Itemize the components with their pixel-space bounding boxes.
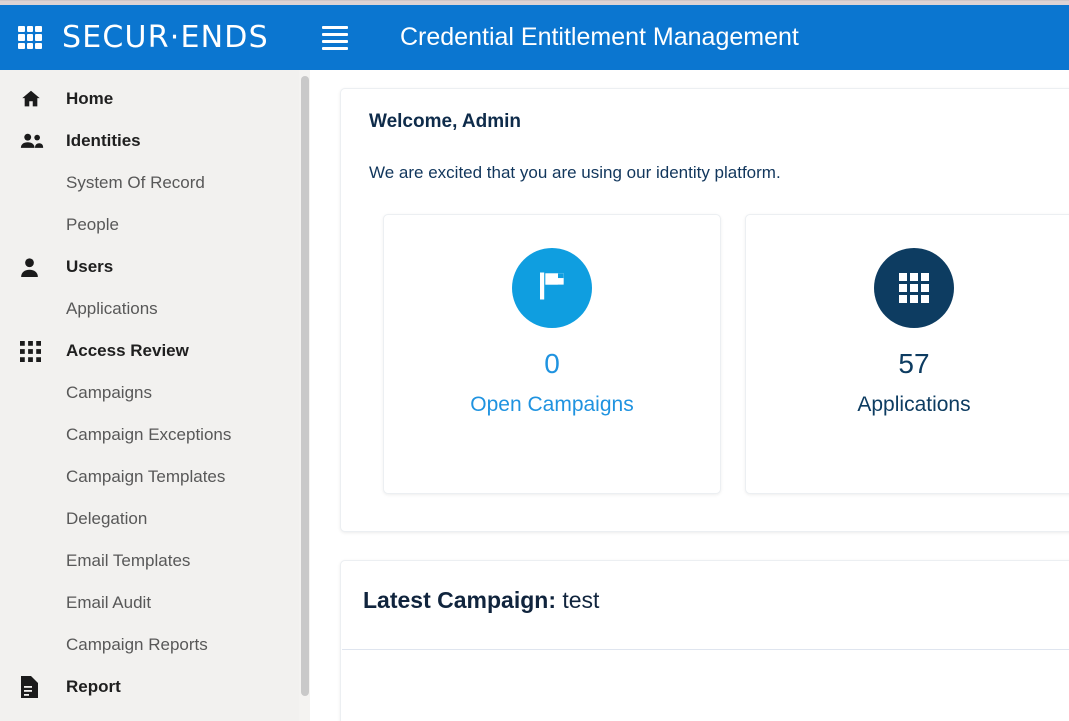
welcome-subtitle: We are excited that you are using our id… bbox=[369, 163, 781, 182]
sidebar-item-identities[interactable]: Identities bbox=[0, 120, 310, 162]
sidebar-item-label: Report bbox=[66, 677, 121, 696]
latest-campaign-card: Latest Campaign: test bbox=[340, 560, 1069, 721]
home-icon bbox=[20, 88, 48, 110]
sidebar-item-label: Home bbox=[66, 89, 114, 108]
sidebar-nav: Home Identities System Of Record People bbox=[0, 70, 310, 721]
brand-area[interactable]: SECUR·ENDS bbox=[0, 5, 310, 70]
app-root: SECUR·ENDS Credential Entitlement Manage… bbox=[0, 0, 1069, 721]
people-icon bbox=[20, 131, 48, 151]
sidebar-item-label: Delegation bbox=[66, 509, 148, 528]
sidebar-item-report[interactable]: Report bbox=[0, 666, 310, 708]
stat-icon-circle bbox=[512, 248, 592, 328]
sidebar-item-label: System Of Record bbox=[66, 173, 205, 192]
latest-campaign-value: test bbox=[562, 587, 600, 613]
grid-apps-icon bbox=[899, 273, 929, 303]
sidebar-item-system-of-record[interactable]: System Of Record bbox=[0, 162, 310, 204]
stat-label[interactable]: Applications bbox=[857, 393, 970, 417]
hamburger-menu-icon[interactable] bbox=[322, 25, 348, 51]
grid-apps-icon[interactable] bbox=[18, 25, 42, 50]
sidebar-item-label: Access Review bbox=[66, 341, 189, 360]
stat-card-row: 0 Open Campaigns 57 Applications bbox=[383, 214, 1069, 494]
welcome-card: Welcome, Admin We are excited that you a… bbox=[340, 88, 1069, 532]
stat-card-applications[interactable]: 57 Applications bbox=[745, 214, 1069, 494]
sidebar-item-label: Applications bbox=[66, 299, 158, 318]
stat-value: 0 bbox=[544, 348, 560, 379]
flag-icon bbox=[534, 268, 570, 309]
sidebar-item-label: Users bbox=[66, 257, 114, 276]
sidebar-item-people[interactable]: People bbox=[0, 204, 310, 246]
sidebar-item-campaign-exceptions[interactable]: Campaign Exceptions bbox=[0, 414, 310, 456]
welcome-heading: Welcome, Admin bbox=[369, 111, 522, 132]
sidebar-item-label: Campaign Reports bbox=[66, 635, 208, 654]
latest-campaign-prefix: Latest Campaign: bbox=[363, 587, 556, 613]
sidebar-item-label: Campaign Templates bbox=[66, 467, 226, 486]
sidebar-item-label: Campaigns bbox=[66, 383, 152, 402]
sidebar-item-home[interactable]: Home bbox=[0, 78, 310, 120]
sidebar-item-email-audit[interactable]: Email Audit bbox=[0, 582, 310, 624]
latest-campaign-heading: Latest Campaign: test bbox=[363, 587, 599, 614]
stat-label[interactable]: Open Campaigns bbox=[470, 393, 633, 417]
sidebar-item-access-review[interactable]: Access Review bbox=[0, 330, 310, 372]
sidebar-item-label: People bbox=[66, 215, 119, 234]
sidebar-item-campaigns[interactable]: Campaigns bbox=[0, 372, 310, 414]
sidebar-item-campaign-templates[interactable]: Campaign Templates bbox=[0, 456, 310, 498]
latest-campaign-divider bbox=[342, 649, 1069, 650]
person-icon bbox=[20, 257, 48, 278]
sidebar-item-campaign-reports[interactable]: Campaign Reports bbox=[0, 624, 310, 666]
top-header-bar: SECUR·ENDS Credential Entitlement Manage… bbox=[0, 5, 1069, 70]
sidebar-item-label: Email Audit bbox=[66, 593, 152, 612]
stat-card-open-campaigns[interactable]: 0 Open Campaigns bbox=[383, 214, 721, 494]
sidebar-item-label: Campaign Exceptions bbox=[66, 425, 232, 444]
sidebar-item-user-report[interactable]: User Report bbox=[0, 708, 310, 721]
document-icon bbox=[20, 676, 48, 698]
stat-icon-circle bbox=[874, 248, 954, 328]
main-content: Welcome, Admin We are excited that you a… bbox=[310, 70, 1069, 721]
sidebar-item-label: Email Templates bbox=[66, 551, 191, 570]
stat-value: 57 bbox=[898, 348, 930, 379]
sidebar-scrollbar-thumb[interactable] bbox=[301, 76, 309, 696]
sidebar-item-label: Identities bbox=[66, 131, 141, 150]
sidebar-item-delegation[interactable]: Delegation bbox=[0, 498, 310, 540]
grid-apps-icon bbox=[20, 340, 48, 362]
sidebar-item-applications[interactable]: Applications bbox=[0, 288, 310, 330]
brand-wordmark: SECUR·ENDS bbox=[62, 20, 269, 55]
sidebar-item-list: Home Identities System Of Record People bbox=[0, 70, 310, 721]
sidebar-item-email-templates[interactable]: Email Templates bbox=[0, 540, 310, 582]
page-title: Credential Entitlement Management bbox=[400, 23, 799, 51]
sidebar-item-users[interactable]: Users bbox=[0, 246, 310, 288]
